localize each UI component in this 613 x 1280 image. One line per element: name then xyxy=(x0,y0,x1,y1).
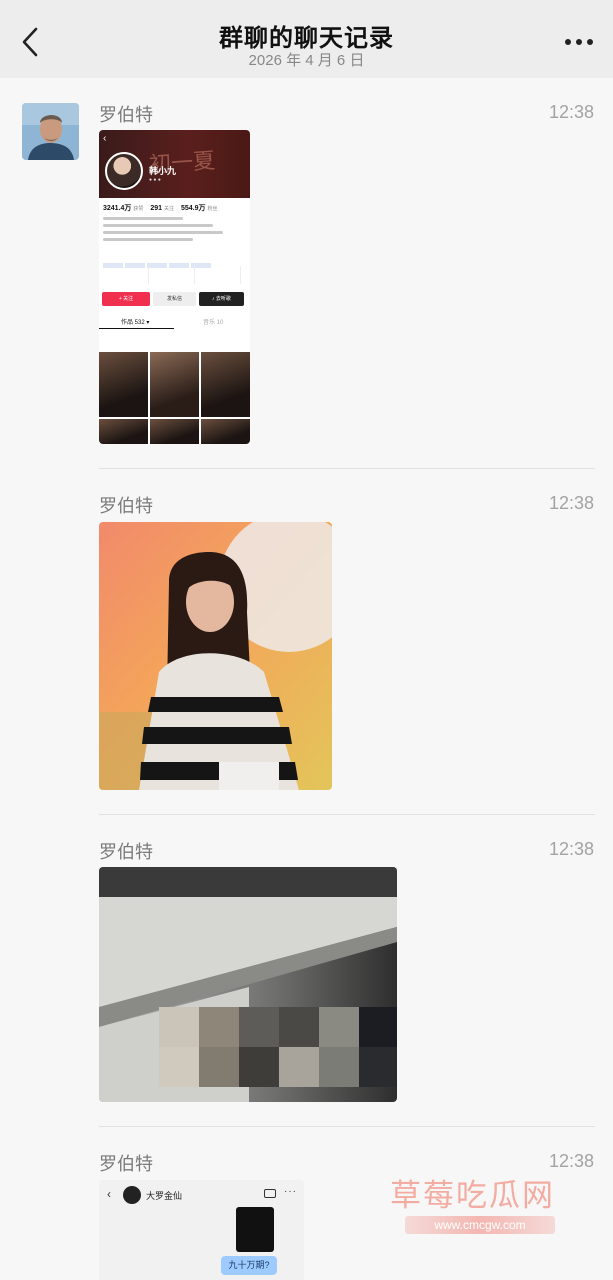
blurred-photo xyxy=(99,867,397,1102)
chevron-left-icon: ‹ xyxy=(107,1187,111,1201)
profile-feature-row xyxy=(103,266,247,284)
image-message-profile-screenshot[interactable]: 初一夏 ‹ 韩小九 ● ● ● 3241.4万 获赞 291 关注 554.9万… xyxy=(99,130,250,444)
chat-image-thumb xyxy=(236,1207,274,1252)
image-message-portrait[interactable] xyxy=(99,522,332,790)
more-button[interactable] xyxy=(563,34,595,50)
watermark-url: www.cmcgw.com xyxy=(405,1216,555,1234)
message-button: 发私信 xyxy=(153,292,196,306)
sender-name: 罗伯特 xyxy=(99,842,153,862)
message-time: 12:38 xyxy=(548,1151,594,1171)
contact-avatar xyxy=(123,1186,141,1204)
profile-stats: 3241.4万 获赞 291 关注 554.9万 粉丝 xyxy=(103,205,218,212)
more-dots-icon: ··· xyxy=(284,1186,297,1197)
chat-date: 2026 年 4 月 6 日 xyxy=(248,52,365,69)
avatar[interactable] xyxy=(22,103,79,160)
follow-button: + 关注 xyxy=(102,292,150,306)
chat-bubble: 九十万期? xyxy=(221,1256,277,1275)
nav-header: 群聊的聊天记录 2026 年 4 月 6 日 xyxy=(0,0,613,78)
divider xyxy=(99,814,595,815)
image-message-blurred-photo[interactable] xyxy=(99,867,397,1102)
profile-video-grid xyxy=(99,352,250,444)
contact-name: 大罗金仙 xyxy=(146,1191,183,1201)
divider xyxy=(99,1126,595,1127)
sender-name: 罗伯特 xyxy=(99,496,153,516)
watermark: 草莓吃瓜网 xyxy=(390,1178,555,1214)
divider xyxy=(99,468,595,469)
video-call-icon xyxy=(264,1189,276,1198)
listen-button: ♪ 去听歌 xyxy=(199,292,244,306)
profile-bio xyxy=(103,217,243,245)
page-title: 群聊的聊天记录 xyxy=(219,25,394,52)
avatar-photo xyxy=(22,103,79,160)
profile-name: 韩小九 xyxy=(149,166,177,176)
sender-name: 罗伯特 xyxy=(99,105,153,125)
profile-chips xyxy=(103,255,245,268)
profile-subrow xyxy=(99,335,250,347)
profile-tabs: 作品 532 ▾ 音乐 10 xyxy=(99,315,250,329)
sender-name: 罗伯特 xyxy=(99,1154,153,1174)
message-time: 12:38 xyxy=(548,102,594,122)
chat-history-page: 群聊的聊天记录 2026 年 4 月 6 日 罗伯特 12:38 初一夏 ‹ 韩… xyxy=(0,0,613,1280)
portrait-photo xyxy=(99,522,332,790)
profile-tag: ● ● ● xyxy=(149,177,161,183)
message-time: 12:38 xyxy=(548,839,594,859)
more-dots-icon xyxy=(565,39,593,45)
image-message-chat-screenshot[interactable]: ‹ 大罗金仙 ··· 九十万期? xyxy=(99,1180,304,1280)
profile-avatar xyxy=(105,152,143,190)
chevron-left-icon: ‹ xyxy=(103,133,107,144)
message-time: 12:38 xyxy=(548,493,594,513)
